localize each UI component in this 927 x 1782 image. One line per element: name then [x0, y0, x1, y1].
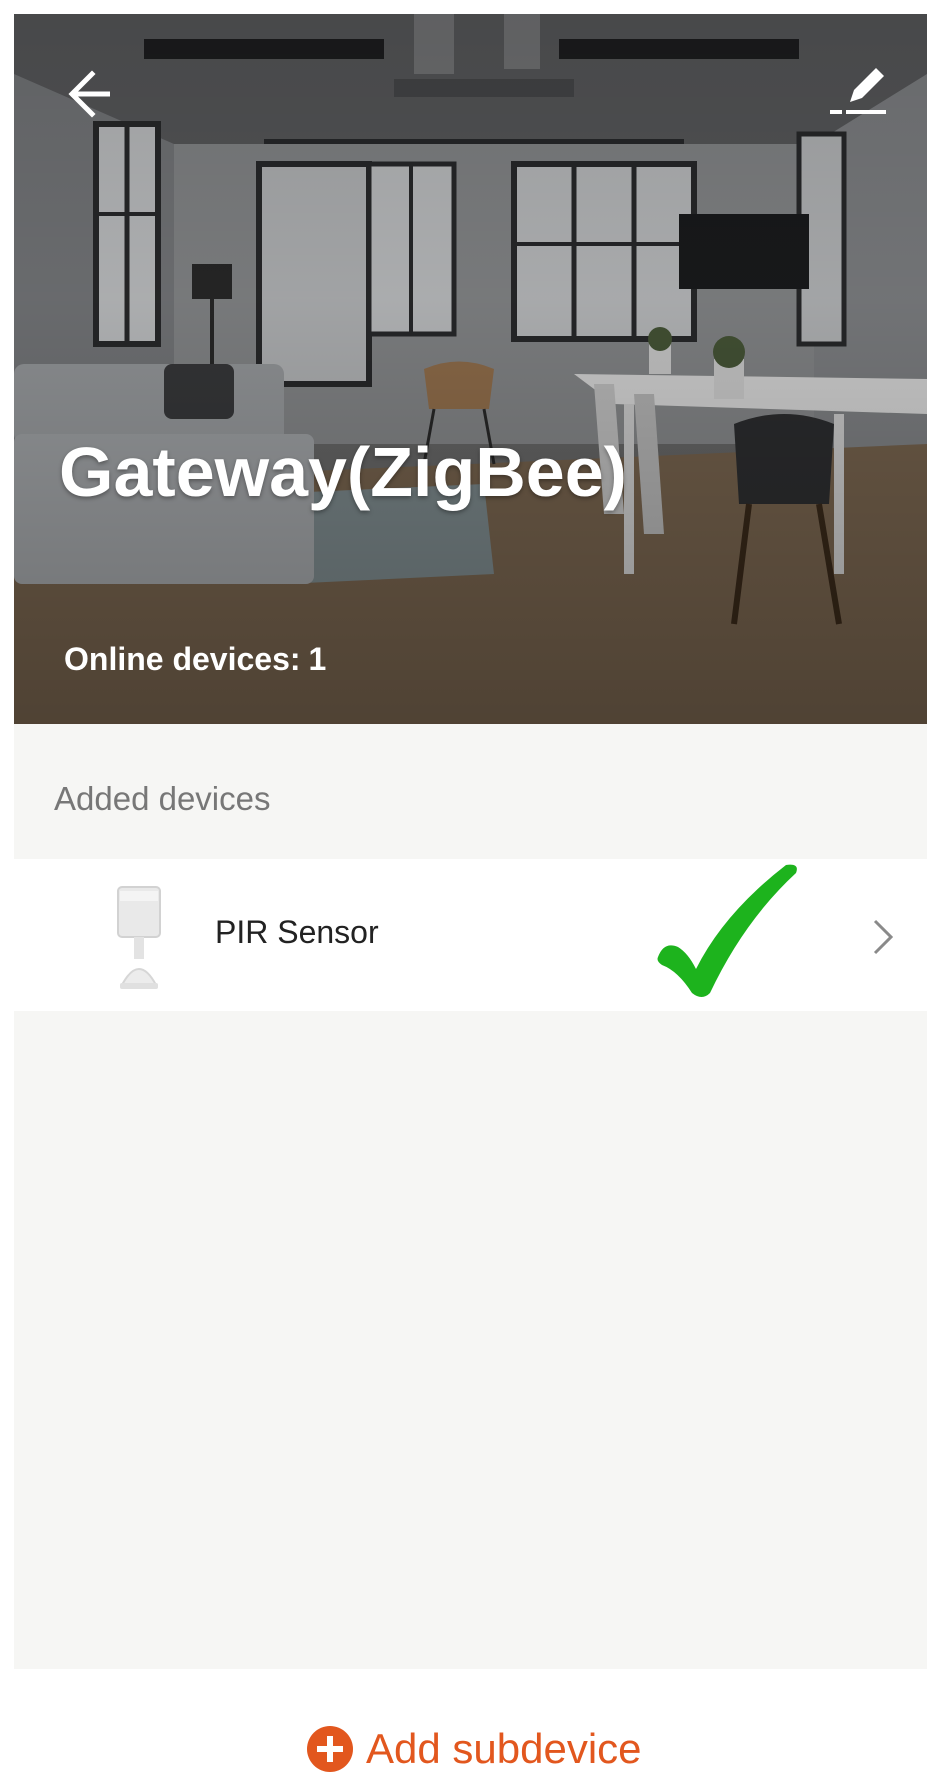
arrow-left-icon	[68, 70, 110, 118]
add-subdevice-button[interactable]: Add subdevice	[306, 1721, 642, 1777]
edit-button[interactable]	[826, 58, 890, 122]
device-name: PIR Sensor	[215, 914, 379, 950]
plus-circle-icon	[307, 1726, 353, 1772]
header-overlay	[14, 14, 927, 724]
bottom-action-bar: Add subdevice	[14, 1669, 927, 1782]
app-screen: Gateway(ZigBee) Online devices: 1 Added d…	[14, 14, 927, 1782]
pir-sensor-icon	[117, 886, 161, 989]
device-list-item[interactable]: PIR Sensor	[14, 859, 927, 1011]
check-mark-icon	[657, 864, 797, 997]
online-devices-status: Online devices: 1	[64, 641, 326, 678]
gateway-header: Gateway(ZigBee) Online devices: 1	[14, 14, 927, 724]
back-button[interactable]	[58, 66, 114, 122]
add-subdevice-label: Add subdevice	[366, 1725, 642, 1772]
gateway-title: Gateway(ZigBee)	[59, 433, 627, 511]
pencil-icon	[830, 68, 886, 114]
online-devices-label: Online devices:	[64, 641, 301, 677]
added-devices-heading: Added devices	[54, 780, 271, 817]
chevron-right-icon	[873, 919, 894, 955]
online-devices-count: 1	[308, 641, 327, 677]
